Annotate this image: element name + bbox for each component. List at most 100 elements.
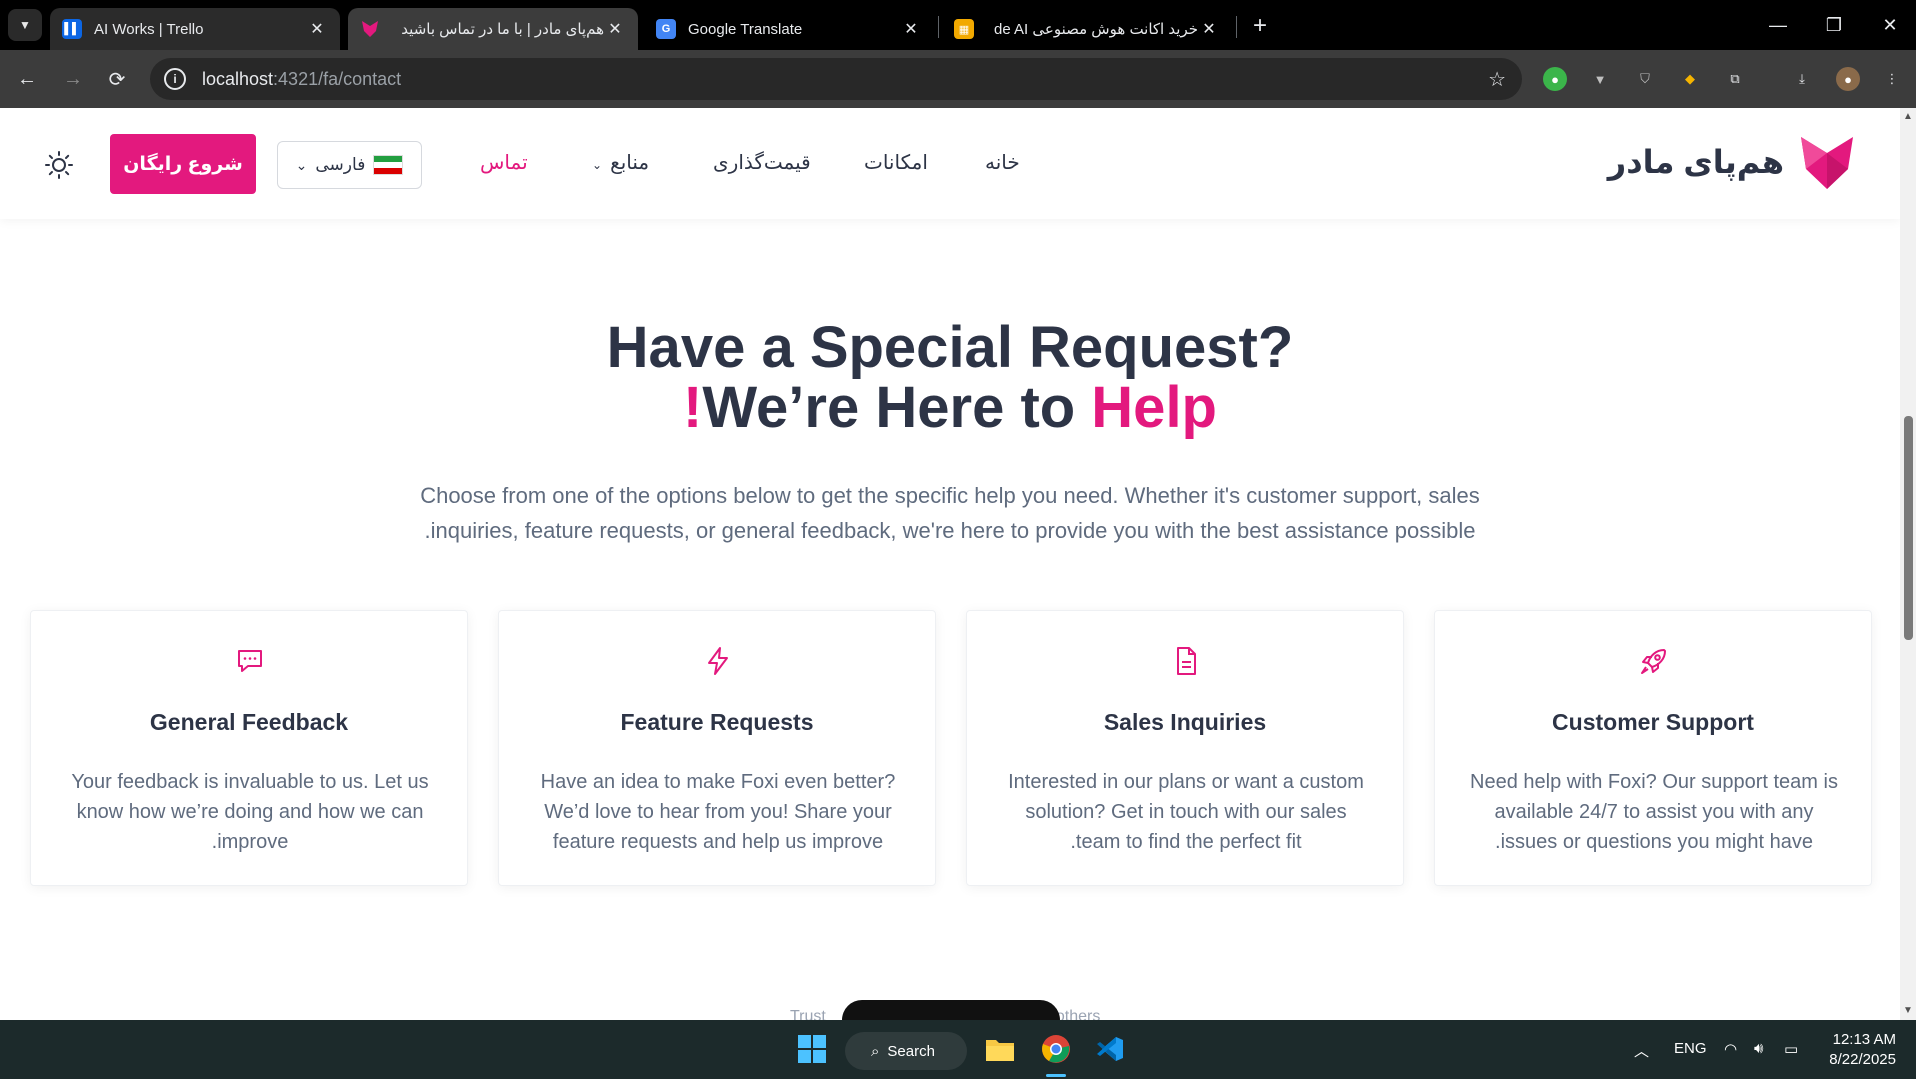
trello-icon: ▌▌	[62, 19, 82, 39]
taskbar-search[interactable]: ⌕ Search	[845, 1032, 967, 1070]
chrome-icon[interactable]	[1036, 1028, 1076, 1070]
nav-pricing[interactable]: قیمت‌گذاری	[713, 150, 811, 175]
site-info-icon[interactable]: i	[164, 68, 186, 90]
nav-contact[interactable]: تماس	[480, 150, 528, 175]
card-body-line: Interested in our plans or want a custom	[1008, 771, 1364, 793]
close-icon[interactable]: ✕	[306, 18, 328, 40]
card-body: Have an idea to make Foxi even better? W…	[529, 767, 907, 857]
chevron-down-icon: ⌄	[592, 158, 603, 172]
brand-logo-link[interactable]: هم‌پای مادر	[1608, 132, 1856, 192]
clock-time: 12:13 AM	[1832, 1031, 1896, 1048]
hero-title: Have a Special Request? !We’re Here to H…	[0, 318, 1900, 438]
hero-title-text: We’re Here to	[702, 375, 1092, 440]
tab-separator	[1236, 16, 1237, 38]
vscode-icon[interactable]	[1090, 1028, 1130, 1070]
page-viewport: هم‌پای مادر خانه امکانات قیمت‌گذاری ⌄ منا…	[0, 108, 1900, 1020]
card-body-line: know how we’re doing and how we can	[76, 801, 424, 823]
rocket-icon	[1641, 649, 1666, 674]
close-icon[interactable]: ✕	[900, 18, 922, 40]
card-body: Need help with Foxi? Our support team is…	[1465, 767, 1843, 857]
windows-taskbar: ⌕ Search ︿ ENG ◠ 🔊︎ ▭ 12:13 AM 8/22/2025	[0, 1020, 1916, 1079]
card-title: Feature Requests	[620, 709, 814, 735]
hero-subtitle-line2: .inquiries, feature requests, or general…	[424, 518, 1476, 543]
hero-subtitle: Choose from one of the options below to …	[380, 478, 1520, 548]
forward-button[interactable]: →	[58, 64, 88, 94]
windows-start-icon[interactable]	[792, 1028, 832, 1070]
card-sales-inquiries[interactable]: Sales Inquiries Interested in our plans …	[966, 610, 1404, 886]
url-text[interactable]: localhost:4321/fa/contact	[202, 69, 401, 90]
bookmark-star-icon[interactable]: ☆	[1488, 67, 1506, 92]
extension-green-icon[interactable]: ●	[1543, 67, 1567, 91]
input-language[interactable]: ENG	[1674, 1040, 1707, 1057]
dev-toolbar[interactable]	[842, 1000, 1060, 1020]
shield-icon[interactable]: ⛉	[1633, 67, 1657, 91]
volume-icon[interactable]: 🔊︎	[1754, 1040, 1763, 1057]
minimize-button[interactable]: —	[1750, 0, 1806, 50]
restore-button[interactable]: ❐	[1806, 0, 1862, 50]
scrollbar-thumb[interactable]	[1904, 416, 1913, 640]
card-body: Interested in our plans or want a custom…	[997, 767, 1375, 857]
hero-subtitle-line1: Choose from one of the options below to …	[420, 483, 1480, 508]
nav-resources[interactable]: ⌄ منابع	[592, 150, 649, 175]
site-navbar: هم‌پای مادر خانه امکانات قیمت‌گذاری ⌄ منا…	[0, 108, 1900, 219]
tab-contact[interactable]: هم‌پای مادر | با ما در تماس باشید ✕	[348, 8, 638, 50]
language-select[interactable]: ⌄ فارسی	[277, 141, 422, 189]
back-button[interactable]: ←	[12, 64, 42, 94]
card-customer-support[interactable]: Customer Support Need help with Foxi? Ou…	[1434, 610, 1872, 886]
fox-logo-icon	[1801, 137, 1853, 189]
system-clock[interactable]: 12:13 AM 8/22/2025	[1829, 1030, 1896, 1070]
page-scrollbar[interactable]: ▲ ▼	[1900, 108, 1916, 1020]
card-title: Customer Support	[1552, 709, 1754, 735]
tab-trello[interactable]: ▌▌ AI Works | Trello ✕	[50, 8, 340, 50]
trusted-right: others	[1055, 1008, 1101, 1020]
profile-avatar[interactable]: ●	[1836, 67, 1860, 91]
sun-icon[interactable]	[44, 150, 74, 180]
chevron-down-icon: ▼	[19, 18, 31, 32]
tab-title: AI Works | Trello	[94, 20, 204, 38]
document-icon	[1177, 647, 1196, 675]
hero-title-line1: Have a Special Request?	[606, 315, 1294, 380]
hero-title-accent: Help	[1091, 375, 1217, 440]
download-icon[interactable]: ⤓	[1790, 67, 1814, 91]
wifi-icon[interactable]: ◠	[1724, 1040, 1737, 1058]
iran-flag-icon	[373, 155, 404, 175]
card-body-line: Your feedback is invaluable to us. Let u…	[71, 771, 429, 793]
extension-colorful-icon[interactable]: ◆	[1678, 67, 1702, 91]
file-explorer-icon[interactable]	[980, 1028, 1020, 1070]
card-general-feedback[interactable]: General Feedback Your feedback is invalu…	[30, 610, 468, 886]
close-icon[interactable]: ✕	[1198, 18, 1220, 40]
close-icon[interactable]: ✕	[604, 18, 626, 40]
card-body-line: available 24/7 to assist you with any	[1494, 801, 1814, 823]
hero-title-mark: !	[683, 375, 703, 440]
nav-home[interactable]: خانه	[985, 150, 1020, 175]
card-feature-requests[interactable]: Feature Requests Have an idea to make Fo…	[498, 610, 936, 886]
battery-icon[interactable]: ▭	[1784, 1040, 1798, 1058]
tab-strip: ▼ ▌▌ AI Works | Trello ✕ هم‌پای مادر | ب…	[0, 0, 1916, 50]
tab-translate[interactable]: G Google Translate ✕	[644, 8, 934, 50]
close-window-button[interactable]: ✕	[1862, 0, 1916, 50]
card-body-line: .team to find the perfect fit	[1070, 831, 1302, 853]
tab-separator	[938, 16, 939, 38]
nav-resources-label: منابع	[610, 152, 650, 174]
language-label: فارسی	[315, 155, 366, 174]
nav-features[interactable]: امکانات	[864, 150, 928, 175]
chevron-up-icon[interactable]: ︿	[1634, 1040, 1649, 1061]
hero-title-line2: !We’re Here to Help	[0, 378, 1900, 438]
menu-kebab-icon[interactable]: ⋮	[1880, 67, 1904, 91]
scroll-down-arrow-icon[interactable]: ▼	[1903, 1006, 1913, 1016]
browser-toolbar: ← → ⟳ i localhost:4321/fa/contact ☆ ● ▼ …	[0, 50, 1916, 108]
card-body-line: We’d love to hear from you! Share your	[544, 801, 892, 823]
address-bar[interactable]: i localhost:4321/fa/contact ☆	[150, 58, 1522, 100]
extensions-puzzle-icon[interactable]: ⧉	[1723, 67, 1747, 91]
start-free-button[interactable]: شروع رایگان	[110, 134, 256, 194]
taskbar-search-label: Search	[887, 1042, 935, 1060]
tab-search-button[interactable]: ▼	[8, 9, 42, 41]
tab-ai-account[interactable]: ▦ خرید اکانت هوش مصنوعی de AI ✕	[942, 8, 1232, 50]
scroll-up-arrow-icon[interactable]: ▲	[1903, 112, 1913, 122]
card-title: General Feedback	[149, 709, 349, 735]
extension-v-icon[interactable]: ▼	[1588, 67, 1612, 91]
new-tab-button[interactable]: +	[1246, 12, 1274, 40]
card-title: Sales Inquiries	[1103, 709, 1267, 735]
card-body-line: Need help with Foxi? Our support team is	[1470, 771, 1838, 793]
reload-button[interactable]: ⟳	[102, 64, 132, 94]
